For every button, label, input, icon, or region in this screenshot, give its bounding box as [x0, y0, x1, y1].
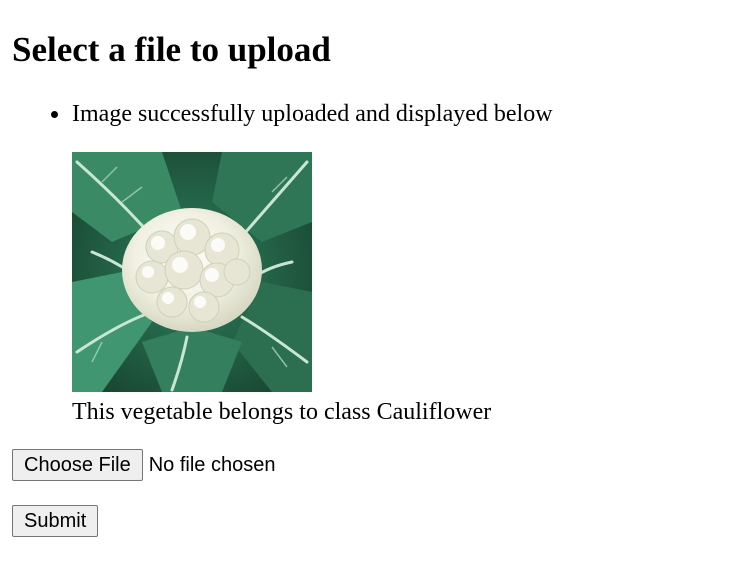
- submit-row: Submit: [12, 505, 99, 537]
- submit-button[interactable]: Submit: [12, 505, 99, 537]
- page-title: Select a file to upload: [12, 30, 331, 69]
- classification-result: This vegetable belongs to class Cauliflo…: [72, 399, 492, 425]
- status-message-text: Image successfully uploaded and displaye…: [72, 101, 553, 127]
- bullet-icon: [51, 111, 58, 118]
- file-status-text: No file chosen: [148, 453, 276, 476]
- message-list: Image successfully uploaded and displaye…: [51, 100, 553, 128]
- choose-file-button[interactable]: Choose File: [12, 449, 143, 481]
- cauliflower-image: [72, 152, 312, 392]
- uploaded-image-container: [72, 152, 312, 392]
- status-message: Image successfully uploaded and displaye…: [51, 100, 553, 128]
- file-input[interactable]: Choose File No file chosen: [12, 449, 275, 481]
